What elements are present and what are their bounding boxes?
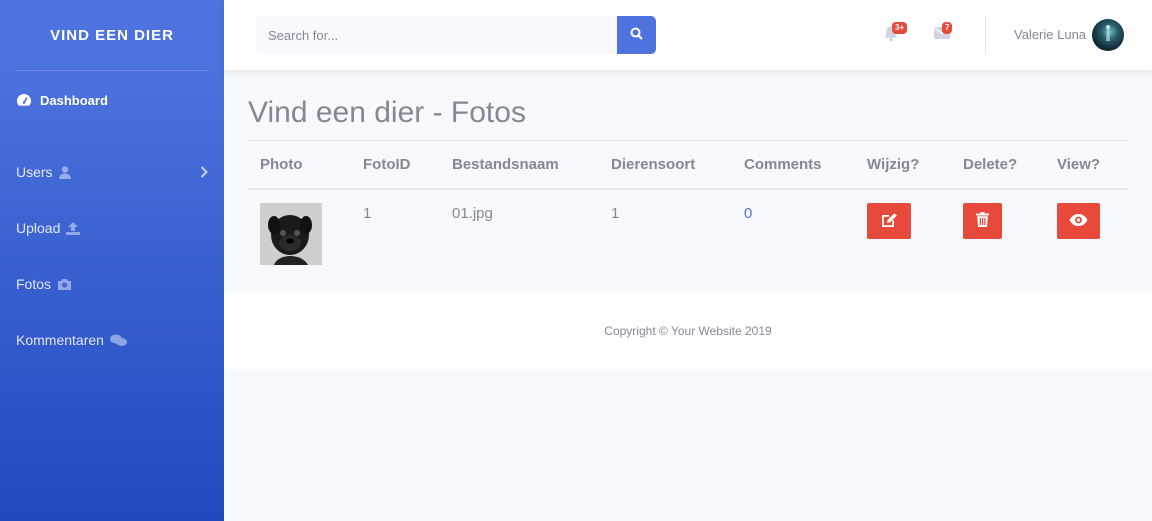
- footer: Copyright © Your Website 2019: [224, 293, 1152, 369]
- view-cell: [1045, 203, 1128, 239]
- sidebar-item-kommentaren[interactable]: Kommentaren: [0, 330, 224, 350]
- eye-icon: [1069, 213, 1088, 229]
- column-header-delete: Delete?: [963, 156, 1018, 173]
- sidebar-item-label: Dashboard: [40, 92, 108, 108]
- messages-badge: 7: [942, 22, 953, 34]
- topbar: 3+ 7 Valerie Luna: [224, 0, 1152, 70]
- chevron-right-icon: [200, 166, 208, 178]
- column-header-photo: Photo: [260, 156, 303, 173]
- upload-icon: [66, 221, 81, 235]
- wijzig-cell: [855, 203, 951, 239]
- camera-icon: [57, 278, 72, 290]
- sidebar-item-fotos[interactable]: Fotos: [0, 274, 224, 294]
- search-button[interactable]: [617, 16, 656, 54]
- sidebar-item-users[interactable]: Users: [0, 162, 224, 182]
- photo-cell: [248, 203, 351, 265]
- table-header: Photo FotoID Bestandsnaam Dierensoort Co…: [248, 140, 1128, 190]
- sidebar-item-label: Users: [16, 164, 53, 180]
- sidebar-item-label: Upload: [16, 220, 61, 236]
- column-header-fotoid: FotoID: [363, 156, 411, 173]
- comments-icon: [109, 334, 127, 347]
- brand-title[interactable]: VIND EEN DIER: [0, 0, 224, 70]
- edit-icon: [881, 212, 898, 231]
- fotos-table: Photo FotoID Bestandsnaam Dierensoort Co…: [248, 140, 1128, 280]
- messages-button[interactable]: 7: [934, 22, 953, 44]
- search-icon: [630, 27, 643, 43]
- delete-cell: [951, 203, 1045, 239]
- search-bar: [256, 16, 656, 54]
- foto-id-cell: 1: [363, 205, 372, 222]
- sidebar-item-label: Kommentaren: [16, 332, 104, 348]
- column-header-dierensoort: Dierensoort: [611, 156, 696, 173]
- column-header-bestandsnaam: Bestandsnaam: [452, 156, 559, 173]
- bestandsnaam-cell: 01.jpg: [452, 205, 493, 222]
- sidebar-item-label: Fotos: [16, 276, 52, 292]
- user-name[interactable]: Valerie Luna: [1014, 27, 1086, 42]
- sidebar: VIND EEN DIER Dashboard Users Upload Fot…: [0, 0, 224, 521]
- delete-button[interactable]: [963, 203, 1002, 239]
- column-header-wijzig: Wijzig?: [867, 156, 920, 173]
- column-header-comments: Comments: [744, 156, 822, 173]
- sidebar-item-upload[interactable]: Upload: [0, 218, 224, 238]
- dashboard-icon: [16, 93, 32, 107]
- page-title: Vind een dier - Fotos: [248, 96, 526, 129]
- alerts-button[interactable]: 3+: [884, 22, 908, 47]
- view-button[interactable]: [1057, 203, 1100, 239]
- alerts-badge: 3+: [892, 22, 908, 34]
- table-row: 1 01.jpg 1 0: [248, 190, 1128, 280]
- user-icon: [58, 165, 71, 179]
- sidebar-item-dashboard[interactable]: Dashboard: [0, 90, 224, 110]
- photo-thumbnail[interactable]: [260, 203, 322, 265]
- search-input[interactable]: [256, 16, 617, 54]
- trash-icon: [976, 212, 989, 230]
- sidebar-divider: [16, 70, 208, 71]
- dierensoort-cell: 1: [611, 205, 620, 222]
- avatar[interactable]: [1092, 19, 1124, 51]
- comments-cell: 0: [744, 205, 753, 222]
- copyright-text: Copyright © Your Website 2019: [604, 324, 772, 338]
- column-header-view: View?: [1057, 156, 1101, 173]
- topbar-divider: [985, 16, 986, 54]
- edit-button[interactable]: [867, 203, 911, 239]
